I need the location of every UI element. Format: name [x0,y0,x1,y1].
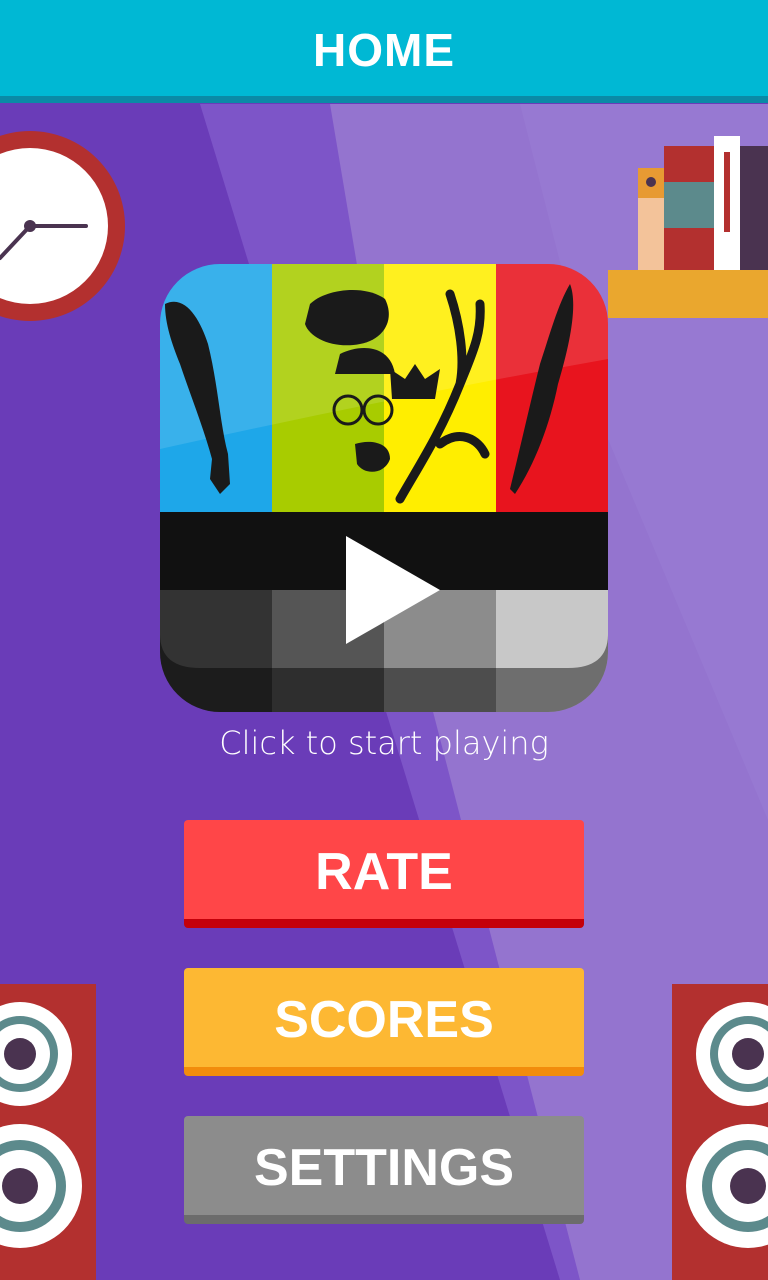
speaker-icon [672,984,768,1280]
page-title: HOME [313,24,455,76]
play-button[interactable] [160,264,608,712]
app-logo [160,264,608,712]
start-playing-label: Click to start playing [219,724,549,762]
settings-button[interactable]: SETTINGS [184,1116,584,1224]
clock-icon [0,131,125,321]
rate-button[interactable]: RATE [184,820,584,928]
scores-button[interactable]: SCORES [184,968,584,1076]
speaker-icon [0,984,96,1280]
bookshelf-icon [608,136,768,318]
